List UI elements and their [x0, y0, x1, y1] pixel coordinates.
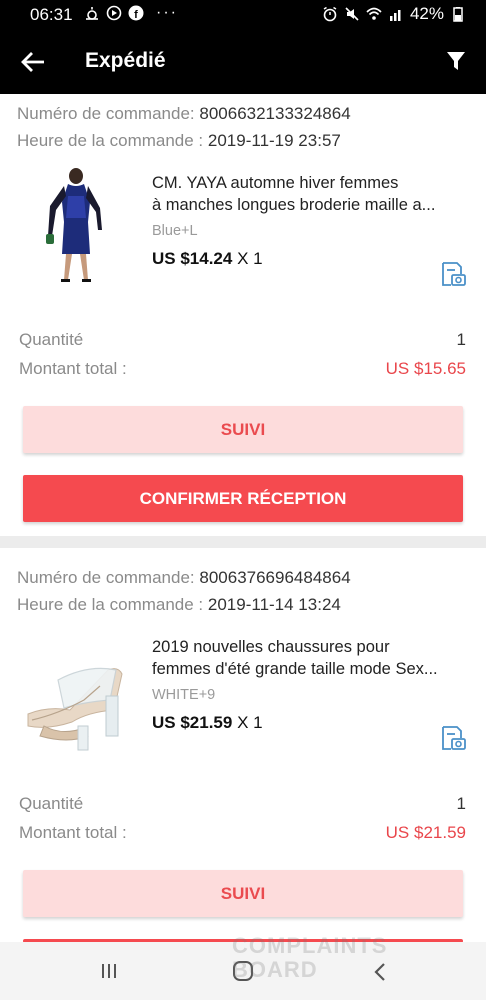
order-number-label: Numéro de commande: [17, 568, 195, 587]
watermark-line1: COMPLAINTS [232, 933, 388, 958]
track-button[interactable]: SUIVI [23, 870, 463, 917]
facebook-icon: f [128, 5, 144, 21]
track-button[interactable]: SUIVI [23, 406, 463, 453]
weather-icon [86, 7, 98, 20]
wifi-icon [366, 7, 382, 20]
order-card: Numéro de commande: 8006632133324864 Heu… [0, 94, 486, 536]
status-time: 06:31 [30, 5, 73, 24]
product-variant: Blue+L [152, 223, 198, 239]
order-time-row: Heure de la commande : 2019-11-14 13:24 [17, 595, 341, 615]
product-quantity-multiplier: X 1 [232, 713, 263, 732]
total-label: Montant total : [19, 359, 127, 378]
confirm-receipt-button[interactable]: CONFIRMER RÉCEPTION [23, 475, 463, 522]
complaints-board-watermark: COMPLAINTS BOARD [232, 934, 387, 982]
product-price: US $21.59 [152, 713, 233, 732]
product-variant: WHITE+9 [152, 687, 216, 703]
watermark-line2: BOARD [232, 957, 318, 982]
status-bar: 06:31 f ··· 42% [0, 0, 486, 30]
product-name-line1: 2019 nouvelles chaussures pour [152, 638, 390, 656]
quantity-value: 1 [456, 330, 466, 349]
order-time-label: Heure de la commande : [17, 595, 204, 614]
photo-review-icon[interactable] [439, 260, 467, 288]
product-name[interactable]: 2019 nouvelles chaussures pour femmes d'… [152, 636, 464, 680]
quantity-label: Quantité [19, 794, 84, 813]
battery-icon [453, 7, 463, 22]
page-title: Expédié [85, 49, 166, 72]
total-value: US $21.59 [385, 823, 466, 842]
total-value: US $15.65 [385, 359, 466, 378]
battery-percent: 42% [409, 4, 444, 23]
more-notifications-icon: ··· [156, 4, 178, 21]
product-name-line2: femmes d'été grande taille mode Sex... [152, 660, 438, 678]
product-name-line1: CM. YAYA automne hiver femmes [152, 174, 399, 192]
order-number: 8006376696484864 [199, 568, 351, 587]
photo-review-icon[interactable] [439, 724, 467, 752]
product-price-row: US $21.59 X 1 [152, 713, 263, 733]
quantity-value: 1 [456, 794, 466, 813]
product-price-row: US $14.24 X 1 [152, 249, 263, 269]
product-name[interactable]: CM. YAYA automne hiver femmes à manches … [152, 172, 464, 216]
order-time-label: Heure de la commande : [17, 131, 204, 150]
product-name-line2: à manches longues broderie maille a... [152, 196, 436, 214]
signal-icon [389, 10, 401, 21]
product-image[interactable] [18, 162, 138, 292]
product-image[interactable] [18, 640, 138, 770]
product-quantity-multiplier: X 1 [232, 249, 263, 268]
back-arrow-icon[interactable] [20, 50, 46, 74]
order-number-row: Numéro de commande: 8006376696484864 [17, 568, 351, 588]
order-number: 8006632133324864 [199, 104, 351, 123]
mute-icon [345, 7, 359, 21]
order-time: 2019-11-19 23:57 [207, 131, 341, 150]
recent-apps-icon[interactable] [100, 962, 118, 980]
order-time: 2019-11-14 13:24 [207, 595, 341, 614]
quantity-label: Quantité [19, 330, 84, 349]
order-time-row: Heure de la commande : 2019-11-19 23:57 [17, 131, 341, 151]
order-card: Numéro de commande: 8006376696484864 Heu… [0, 558, 486, 943]
total-label: Montant total : [19, 823, 127, 842]
alarm-icon [323, 6, 337, 22]
svg-text:f: f [134, 9, 138, 21]
order-separator [0, 536, 486, 548]
order-number-label: Numéro de commande: [17, 104, 195, 123]
filter-icon[interactable] [446, 50, 466, 72]
order-number-row: Numéro de commande: 8006632133324864 [17, 104, 351, 124]
product-price: US $14.24 [152, 249, 233, 268]
app-bar: Expédié [0, 30, 486, 94]
media-icon [106, 5, 122, 21]
